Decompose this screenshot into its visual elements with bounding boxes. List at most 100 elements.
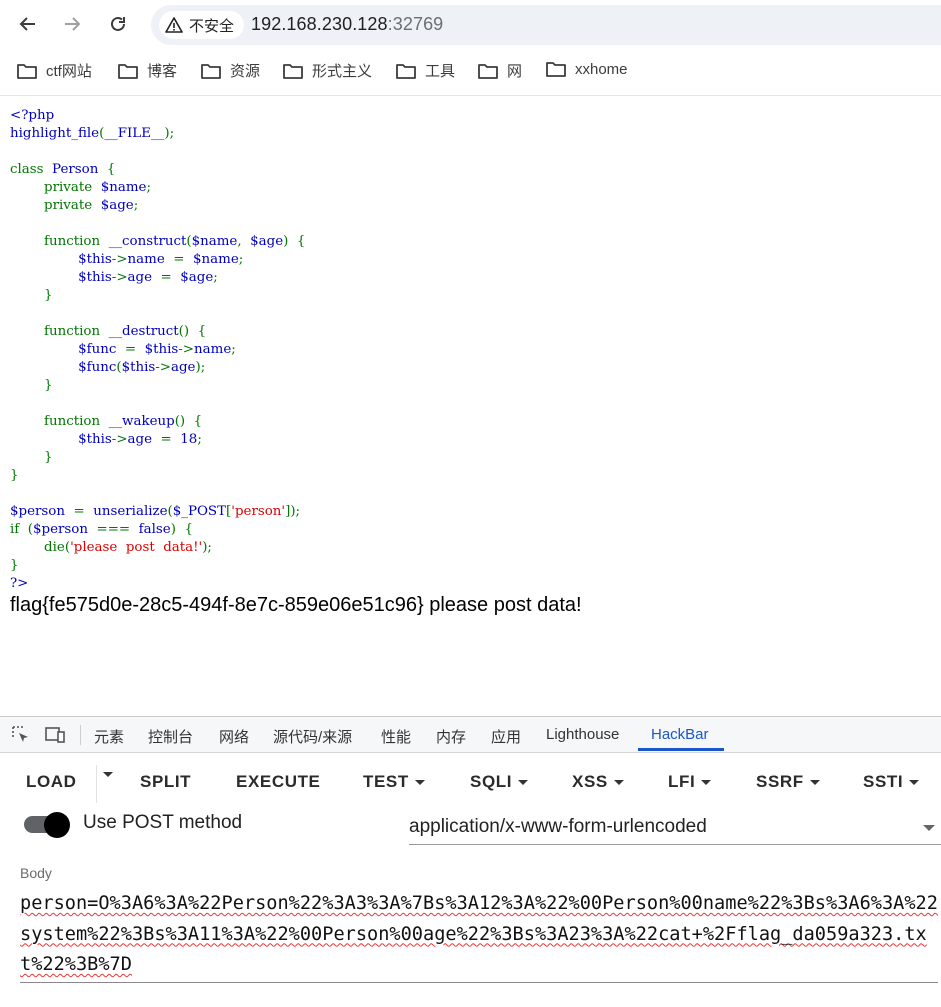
code-token: $age bbox=[250, 234, 284, 249]
bookmark-folder[interactable]: 博客 bbox=[117, 60, 177, 81]
tab-lighthouse[interactable]: Lighthouse bbox=[546, 726, 619, 743]
code-line: die('please post data!'); bbox=[10, 539, 305, 557]
code-token: ); bbox=[164, 126, 175, 141]
lfi-menu-button[interactable]: LFI bbox=[668, 772, 712, 792]
inspect-cursor-icon bbox=[12, 726, 28, 742]
code-token: ; bbox=[197, 432, 202, 447]
bookmark-folder[interactable]: 网 bbox=[477, 60, 522, 81]
url-port: :32769 bbox=[387, 14, 444, 34]
code-line: ?> bbox=[10, 575, 305, 593]
tab-memory[interactable]: 内存 bbox=[436, 726, 466, 747]
code-token: $func bbox=[10, 360, 117, 375]
execute-button[interactable]: EXECUTE bbox=[236, 772, 321, 792]
code-line: function __construct($name, $age) { bbox=[10, 233, 305, 251]
code-token: } bbox=[10, 558, 19, 573]
code-token: () { bbox=[174, 414, 203, 429]
body-textarea[interactable]: person=O%3A6%3A%22Person%22%3A3%3A%7Bs%3… bbox=[20, 889, 938, 981]
bookmark-folder[interactable]: 资源 bbox=[200, 60, 260, 81]
content-type-select[interactable]: application/x-www-form-urlencoded bbox=[409, 814, 941, 845]
lfi-label: LFI bbox=[668, 772, 696, 791]
caret-down-icon bbox=[613, 779, 624, 785]
tab-performance[interactable]: 性能 bbox=[381, 726, 411, 747]
bookmark-folder[interactable]: 工具 bbox=[395, 60, 455, 81]
code-token: private bbox=[10, 180, 101, 195]
code-token: $age bbox=[100, 198, 134, 213]
code-token: name bbox=[194, 342, 232, 357]
device-toolbar-button[interactable] bbox=[44, 724, 66, 746]
inspect-element-button[interactable] bbox=[10, 724, 32, 746]
code-line: <?php bbox=[10, 107, 305, 125]
ssrf-menu-button[interactable]: SSRF bbox=[756, 772, 820, 792]
code-line: $func($this->age); bbox=[10, 359, 305, 377]
code-token: age bbox=[171, 360, 196, 375]
code-token: $this bbox=[121, 360, 156, 375]
caret-down-icon bbox=[518, 779, 529, 785]
code-line: } bbox=[10, 557, 305, 575]
code-token: , bbox=[237, 234, 251, 249]
load-dropdown-button[interactable] bbox=[103, 772, 113, 777]
test-menu-button[interactable]: TEST bbox=[363, 772, 425, 792]
forward-arrow-icon bbox=[65, 17, 81, 31]
tabbar-separator bbox=[80, 725, 81, 745]
post-method-toggle[interactable] bbox=[22, 812, 72, 838]
bookmarks-bar: ctf网站 博客 资源 形式主义 工具 网 xxhome bbox=[0, 52, 941, 92]
address-bar[interactable]: 不安全 192.168.230.128:32769 bbox=[151, 5, 941, 45]
ssrf-label: SSRF bbox=[756, 772, 804, 791]
folder-icon bbox=[478, 63, 498, 79]
code-token: -> bbox=[111, 270, 128, 285]
tab-network[interactable]: 网络 bbox=[219, 726, 249, 747]
tab-sources[interactable]: 源代码/来源 bbox=[273, 726, 352, 747]
reload-button[interactable] bbox=[104, 10, 132, 38]
code-token: ) { bbox=[170, 522, 193, 537]
security-chip[interactable]: 不安全 bbox=[159, 11, 245, 39]
code-token: $_POST bbox=[172, 504, 227, 519]
code-token: } bbox=[10, 468, 19, 483]
security-label: 不安全 bbox=[189, 17, 235, 35]
tab-console[interactable]: 控制台 bbox=[148, 726, 193, 747]
load-button[interactable]: LOAD bbox=[26, 772, 77, 792]
ssti-menu-button[interactable]: SSTI bbox=[863, 772, 920, 792]
bookmark-label: xxhome bbox=[575, 60, 628, 78]
warning-icon bbox=[165, 17, 183, 33]
url-text[interactable]: 192.168.230.128:32769 bbox=[251, 14, 443, 35]
code-token: 'please post data!' bbox=[70, 540, 203, 555]
code-token: ; bbox=[213, 270, 218, 285]
code-token: -> bbox=[178, 342, 195, 357]
xss-menu-button[interactable]: XSS bbox=[572, 772, 624, 792]
folder-icon bbox=[17, 63, 37, 79]
caret-down-icon bbox=[909, 779, 920, 785]
back-button[interactable] bbox=[14, 10, 42, 38]
bookmark-folder[interactable]: 形式主义 bbox=[282, 60, 372, 81]
bookmark-label: 工具 bbox=[425, 63, 456, 80]
tab-elements[interactable]: 元素 bbox=[94, 726, 124, 747]
code-token: () { bbox=[178, 324, 207, 339]
code-token: -> bbox=[155, 360, 171, 375]
split-button[interactable]: SPLIT bbox=[140, 772, 191, 792]
post-method-label: Use POST method bbox=[83, 812, 243, 833]
code-token: -> bbox=[111, 252, 128, 267]
code-token: $name bbox=[191, 234, 238, 249]
code-token: ; bbox=[231, 342, 236, 357]
tab-hackbar[interactable]: HackBar bbox=[651, 726, 709, 743]
code-token: __construct bbox=[108, 234, 187, 249]
code-line: if ($person === false) { bbox=[10, 521, 305, 539]
folder-icon bbox=[396, 63, 416, 79]
sqli-menu-button[interactable]: SQLI bbox=[470, 772, 529, 792]
tab-application[interactable]: 应用 bbox=[491, 726, 521, 747]
reload-icon bbox=[111, 16, 125, 31]
code-token: name bbox=[127, 252, 174, 267]
bookmark-folder[interactable]: ctf网站 bbox=[16, 60, 92, 81]
code-token: ]); bbox=[285, 504, 301, 519]
code-line: } bbox=[10, 377, 305, 395]
code-line: private $name; bbox=[10, 179, 305, 197]
forward-button[interactable] bbox=[58, 10, 86, 38]
bookmark-label: 资源 bbox=[230, 63, 261, 80]
code-token: ; bbox=[238, 252, 244, 267]
bookmark-folder[interactable]: xxhome bbox=[545, 60, 628, 78]
code-line: $this->age = 18; bbox=[10, 431, 305, 449]
code-line: $person = unserialize($_POST['person']); bbox=[10, 503, 305, 521]
content-type-value: application/x-www-form-urlencoded bbox=[409, 816, 707, 837]
code-token: function bbox=[10, 414, 109, 429]
code-token: class bbox=[10, 162, 53, 177]
